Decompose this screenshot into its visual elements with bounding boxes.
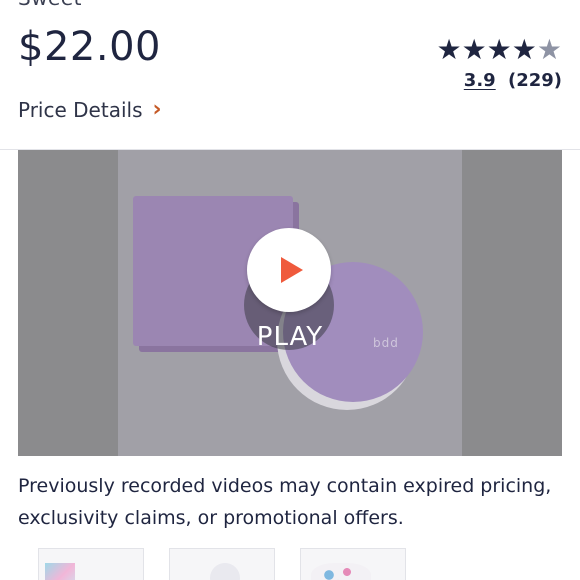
star-icon: ★: [511, 33, 537, 66]
product-title: Sweet: [18, 0, 82, 10]
thumbnail-image: [210, 563, 240, 580]
play-icon: [281, 257, 303, 283]
rating-values[interactable]: 3.9 (229): [436, 70, 562, 91]
star-icon: ★: [436, 33, 462, 66]
video-disclaimer: Previously recorded videos may contain e…: [18, 475, 552, 529]
star-icon: ★: [461, 33, 487, 66]
product-thumbnail[interactable]: [300, 548, 406, 580]
price-details-link[interactable]: Price Details ›: [18, 98, 162, 122]
play-button[interactable]: [247, 228, 331, 312]
rating-count-link[interactable]: (229): [508, 70, 562, 91]
price-details-label: Price Details: [18, 98, 143, 122]
chevron-right-icon: ›: [152, 97, 162, 122]
star-empty-icon: ★: [536, 33, 562, 66]
star-icon: ★: [486, 33, 512, 66]
product-page: Sweet $22.00 ★ ★ ★ ★ ★ 3.9 (229) Price D…: [0, 0, 580, 580]
rating-score-link[interactable]: 3.9: [464, 70, 496, 91]
product-thumbnail[interactable]: [38, 548, 144, 580]
product-thumbnail[interactable]: [169, 548, 275, 580]
product-thumbnails: [38, 548, 406, 580]
thumbnail-image: [45, 563, 75, 580]
rating-stars: ★ ★ ★ ★ ★: [436, 36, 562, 64]
play-label: PLAY: [256, 322, 324, 352]
product-video-player[interactable]: bdd PLAY: [18, 150, 562, 456]
thumbnail-image: [311, 563, 371, 580]
rating-summary[interactable]: ★ ★ ★ ★ ★ 3.9 (229): [436, 36, 562, 92]
product-price: $22.00: [18, 24, 161, 70]
